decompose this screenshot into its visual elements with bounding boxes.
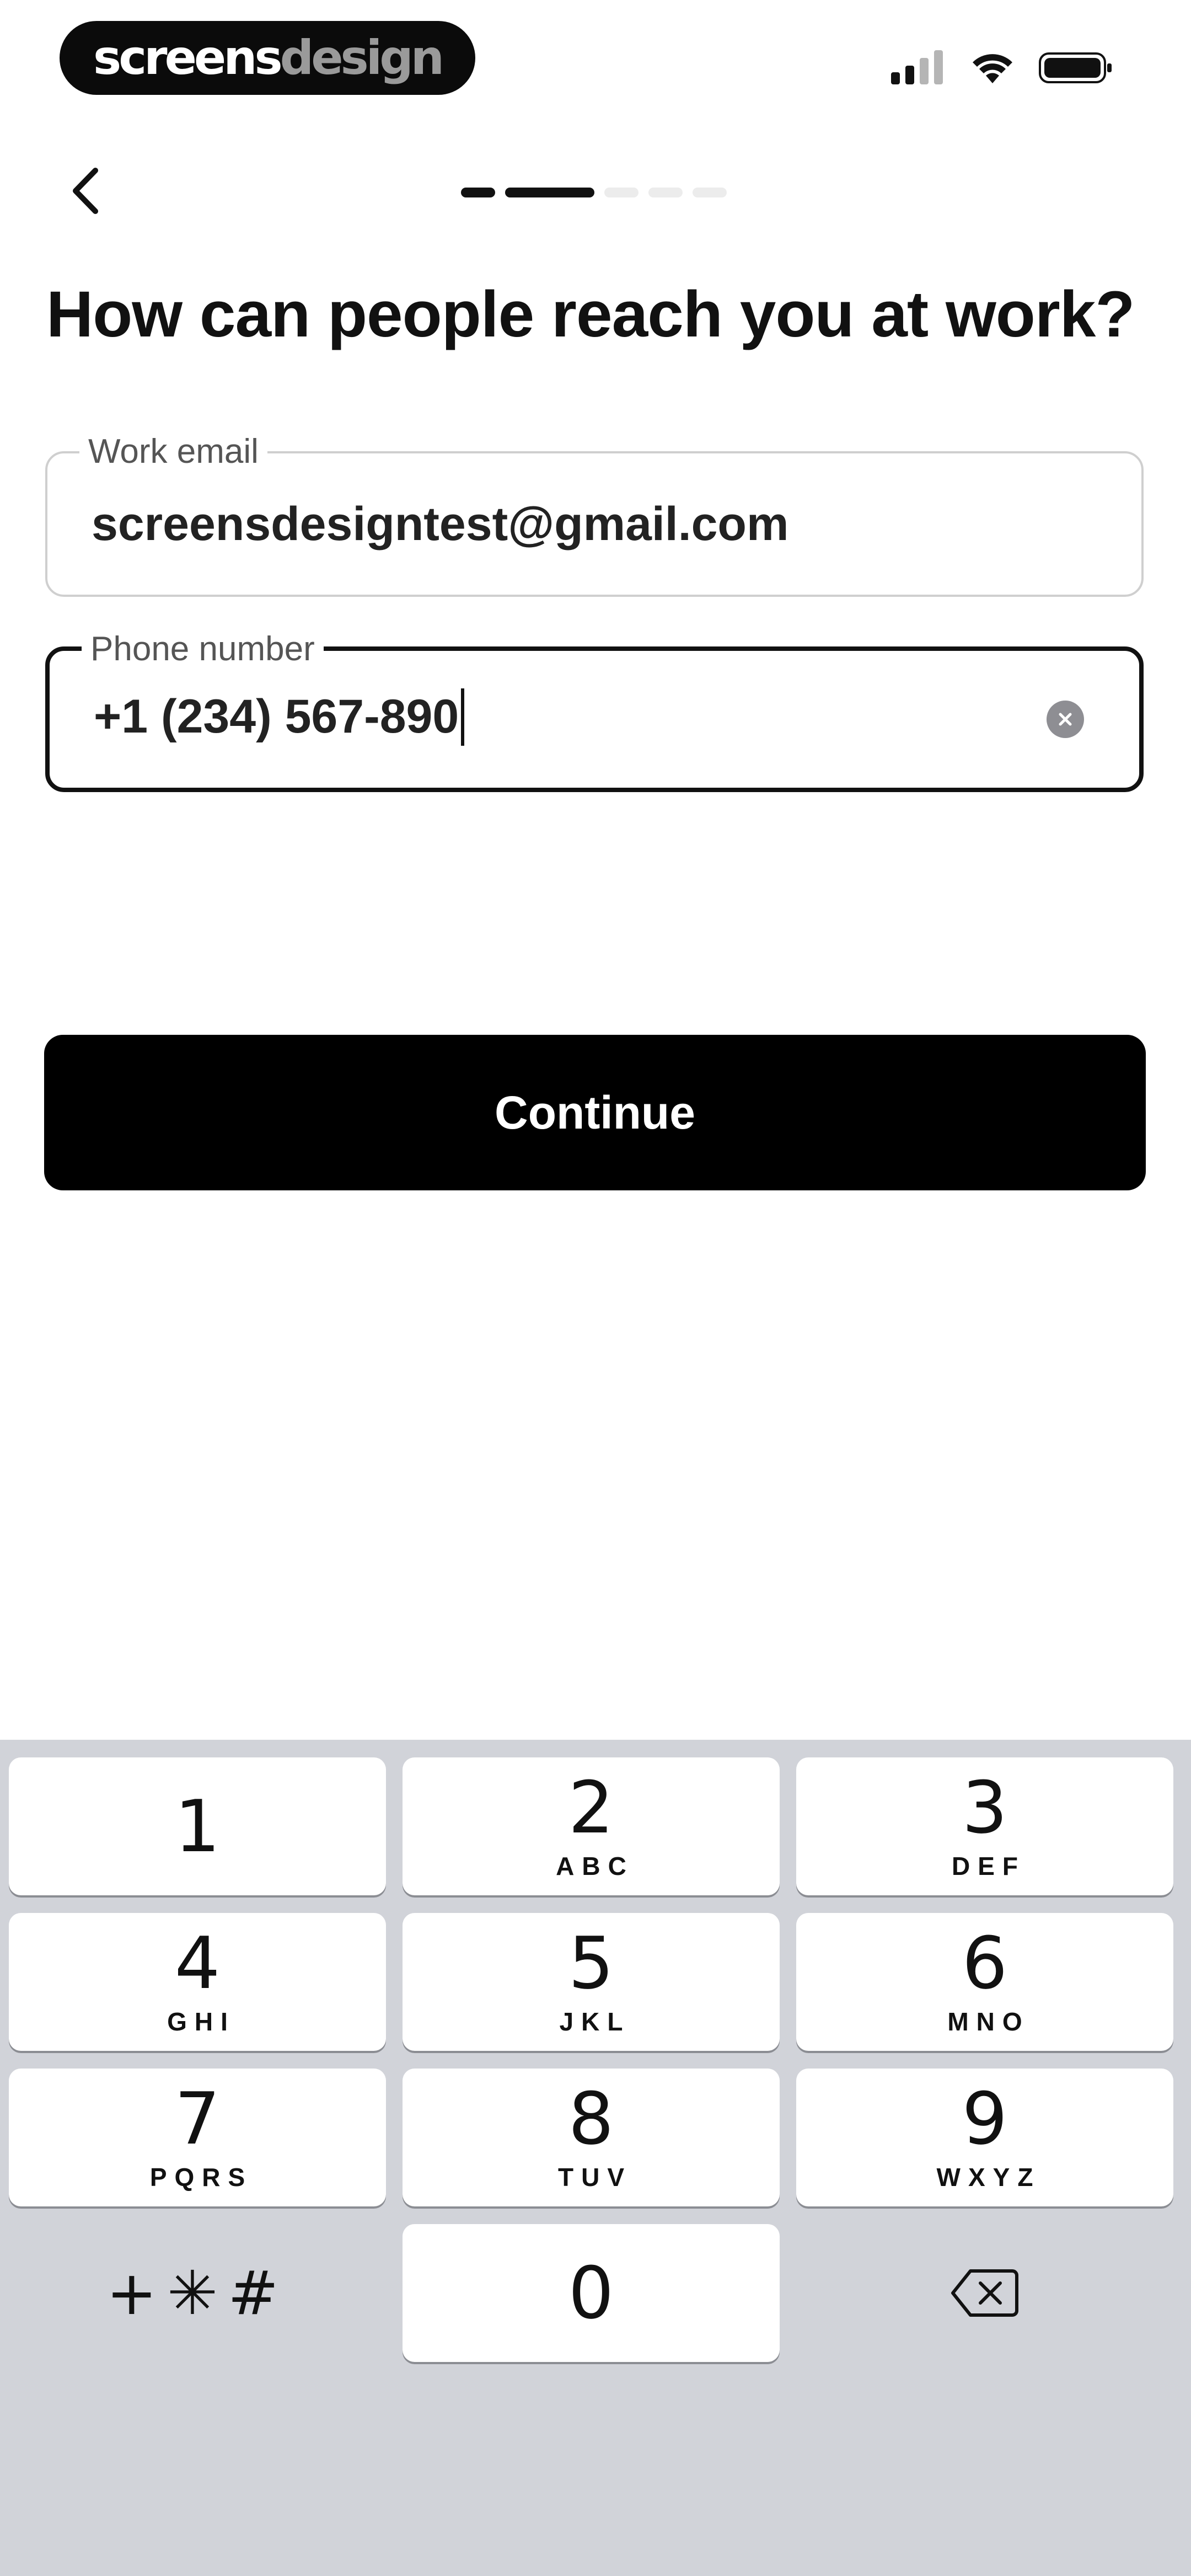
key-8[interactable]: 8 TUV: [403, 2069, 780, 2206]
progress-step-2: [505, 188, 594, 197]
key-symbols[interactable]: +✳#: [9, 2224, 386, 2362]
key-4[interactable]: 4 GHI: [9, 1913, 386, 2051]
key-6[interactable]: 6 MNO: [796, 1913, 1173, 2051]
key-8-number: 8: [568, 2077, 614, 2161]
work-email-field[interactable]: Work email screensdesigntest@gmail.com: [45, 430, 1144, 597]
key-7[interactable]: 7 PQRS: [9, 2069, 386, 2206]
page-title: How can people reach you at work?: [46, 278, 1135, 351]
key-0-number: 0: [568, 2251, 614, 2335]
battery-icon: [1039, 52, 1112, 83]
brand-logo: screens design: [60, 21, 475, 95]
key-9[interactable]: 9 WXYZ: [796, 2069, 1173, 2206]
chevron-left-icon: [73, 168, 98, 214]
key-9-number: 9: [962, 2077, 1008, 2161]
work-email-value: screensdesigntest@gmail.com: [92, 497, 789, 551]
work-email-label: Work email: [79, 430, 267, 473]
key-4-letters: GHI: [167, 2007, 235, 2036]
phone-number-label: Phone number: [82, 628, 324, 671]
progress-step-3: [604, 188, 639, 197]
key-3-letters: DEF: [952, 1852, 1026, 1880]
key-2-number: 2: [568, 1766, 614, 1850]
key-1-number: 1: [174, 1784, 221, 1868]
key-2-letters: ABC: [556, 1852, 634, 1880]
phone-number-value-wrap: +1 (234) 567-890: [94, 688, 465, 749]
key-9-letters: WXYZ: [936, 2163, 1041, 2192]
key-3[interactable]: 3 DEF: [796, 1757, 1173, 1895]
key-delete[interactable]: [796, 2224, 1173, 2362]
key-5-number: 5: [568, 1921, 614, 2005]
back-button[interactable]: [61, 163, 110, 218]
brand-logo-text-secondary: design: [280, 30, 444, 85]
key-5[interactable]: 5 JKL: [403, 1913, 780, 2051]
onboarding-progress: [461, 188, 727, 197]
progress-step-5: [693, 188, 727, 197]
wifi-icon: [973, 54, 1012, 83]
continue-button[interactable]: Continue: [44, 1035, 1146, 1190]
clear-circle-icon: [1059, 713, 1072, 726]
key-3-number: 3: [962, 1766, 1008, 1850]
progress-step-4: [648, 188, 683, 197]
phone-number-field[interactable]: Phone number +1 (234) 567-890: [45, 628, 1144, 792]
key-0[interactable]: 0: [403, 2224, 780, 2362]
key-1[interactable]: 1: [9, 1757, 386, 1895]
key-7-number: 7: [174, 2077, 221, 2161]
phone-number-value: +1 (234) 567-890: [94, 690, 459, 744]
key-6-letters: MNO: [947, 2007, 1030, 2036]
status-icons: [891, 49, 1114, 87]
key-2[interactable]: 2 ABC: [403, 1757, 780, 1895]
key-symbols-label: +✳#: [106, 2258, 289, 2328]
numeric-keypad: 1 2 ABC 3 DEF 4 GHI 5 JKL 6 MNO 7 PQRS 8…: [0, 1740, 1191, 2576]
cellular-signal-icon: [891, 50, 943, 84]
key-4-number: 4: [174, 1921, 221, 2005]
backspace-icon: [951, 2269, 1018, 2317]
text-cursor: [461, 688, 465, 746]
progress-step-1: [461, 188, 495, 197]
key-7-letters: PQRS: [149, 2163, 253, 2192]
key-5-letters: JKL: [559, 2007, 631, 2036]
clear-phone-button[interactable]: [1047, 701, 1084, 738]
brand-logo-text-primary: screens: [93, 30, 283, 85]
screen: screens design How can people reach you …: [0, 0, 1191, 2576]
key-6-number: 6: [962, 1921, 1008, 2005]
key-8-letters: TUV: [558, 2163, 632, 2192]
